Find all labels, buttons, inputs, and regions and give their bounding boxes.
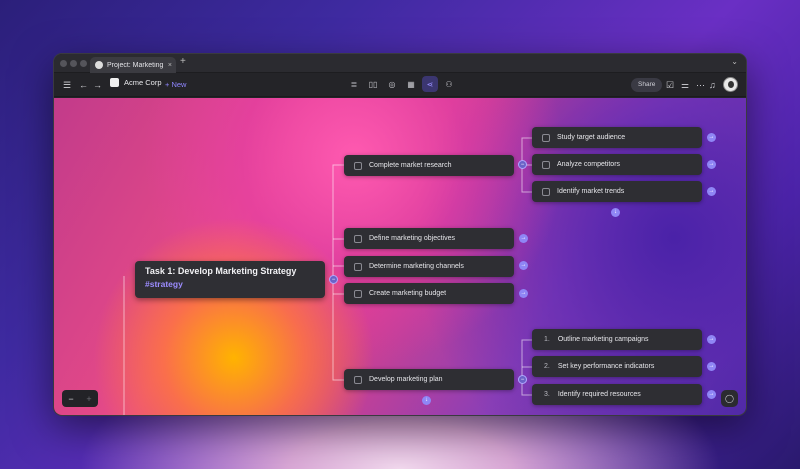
branch-node[interactable]: Create marketing budget: [344, 283, 514, 304]
checklist-icon[interactable]: ☑: [666, 73, 674, 97]
zoom-controls: − +: [62, 390, 98, 407]
branch-label: Create marketing budget: [369, 290, 447, 297]
zoom-in-button[interactable]: +: [86, 394, 91, 404]
subtask-label: Study target audience: [557, 134, 626, 141]
table-view-icon[interactable]: ▦: [403, 76, 419, 92]
more-icon[interactable]: ⋯: [696, 73, 705, 97]
subtask-number: 1.: [544, 336, 550, 343]
collapse-branch-icon[interactable]: −: [518, 375, 527, 384]
subtask-number: 3.: [544, 391, 550, 398]
filter-icon[interactable]: ⚌: [681, 73, 689, 97]
minimize-window-icon[interactable]: [70, 60, 77, 67]
expand-subtask-icon[interactable]: →: [707, 133, 716, 142]
chevron-down-icon[interactable]: ⌄: [731, 57, 738, 66]
add-child-icon[interactable]: ↓: [422, 396, 431, 405]
tab-title: Project: Marketing Te...: [107, 61, 164, 69]
expand-branch-icon[interactable]: →: [519, 234, 528, 243]
subtask-node[interactable]: 1. Outline marketing campaigns: [532, 329, 702, 350]
expand-subtask-icon[interactable]: →: [707, 187, 716, 196]
branch-node[interactable]: Develop marketing plan: [344, 369, 514, 390]
share-nodes-icon[interactable]: ⚇: [441, 76, 457, 92]
root-task-tag[interactable]: #strategy: [145, 279, 315, 289]
expand-subtask-icon[interactable]: →: [707, 160, 716, 169]
tab-bar: Project: Marketing Te... × + ⌄: [54, 54, 746, 73]
branch-label: Determine marketing channels: [369, 263, 464, 270]
chat-icon[interactable]: ◯: [721, 390, 738, 407]
task-checkbox[interactable]: [354, 234, 362, 243]
subtask-label: Set key performance indicators: [557, 363, 655, 370]
board-view-icon[interactable]: ▯▯: [365, 76, 381, 92]
subtask-node[interactable]: Study target audience: [532, 127, 702, 148]
branch-node[interactable]: Determine marketing channels: [344, 256, 514, 277]
branch-label: Develop marketing plan: [369, 376, 443, 383]
view-switcher: ≣ ▯▯ ◎ ▦ ⋖ ⚇: [346, 76, 457, 92]
close-tab-icon[interactable]: ×: [168, 62, 172, 69]
maximize-window-icon[interactable]: [80, 60, 87, 67]
subtask-label: Identify required resources: [557, 391, 641, 398]
bell-icon[interactable]: ♫: [709, 73, 716, 97]
project-icon: [95, 61, 103, 69]
list-view-icon[interactable]: ≣: [346, 76, 362, 92]
share-button[interactable]: Share: [631, 78, 663, 92]
workspace-name: Acme Corp: [124, 78, 162, 87]
sidebar-toggle-icon[interactable]: ☰: [63, 73, 71, 97]
subtask-number: 2.: [544, 363, 550, 370]
back-arrow-icon[interactable]: ←: [79, 73, 88, 97]
avatar[interactable]: [723, 77, 738, 92]
task-checkbox[interactable]: [354, 375, 362, 384]
expand-subtask-icon[interactable]: →: [707, 335, 716, 344]
new-tab-button[interactable]: +: [180, 56, 186, 67]
branch-node[interactable]: Define marketing objectives: [344, 228, 514, 249]
subtask-node[interactable]: Identify market trends: [532, 181, 702, 202]
expand-branch-icon[interactable]: →: [519, 261, 528, 270]
mindmap-canvas[interactable]: Task 1: Develop Marketing Strategy #stra…: [54, 98, 746, 415]
app-window: Project: Marketing Te... × + ⌄ ☰ ← → Acm…: [53, 53, 747, 416]
workspace-switcher[interactable]: Acme Corp: [110, 78, 162, 87]
tab-project-marketing[interactable]: Project: Marketing Te... ×: [90, 57, 176, 73]
task-checkbox[interactable]: [354, 161, 362, 170]
acme-logo-icon: [110, 78, 119, 87]
root-task-node[interactable]: Task 1: Develop Marketing Strategy #stra…: [135, 261, 325, 298]
close-window-icon[interactable]: [60, 60, 67, 67]
zoom-out-button[interactable]: −: [68, 394, 73, 404]
branch-label: Define marketing objectives: [369, 235, 455, 242]
collapse-branch-icon[interactable]: −: [518, 160, 527, 169]
task-checkbox[interactable]: [542, 187, 550, 196]
subtask-label: Analyze competitors: [557, 161, 621, 168]
collapse-root-icon[interactable]: −: [329, 275, 338, 284]
subtask-label: Outline marketing campaigns: [557, 336, 649, 343]
database-view-icon[interactable]: ◎: [384, 76, 400, 92]
subtask-node[interactable]: 3. Identify required resources: [532, 384, 702, 405]
add-child-icon[interactable]: ↓: [611, 208, 620, 217]
new-button[interactable]: + New: [165, 73, 186, 97]
task-checkbox[interactable]: [542, 160, 550, 169]
expand-subtask-icon[interactable]: →: [707, 362, 716, 371]
root-task-title: Task 1: Develop Marketing Strategy: [145, 266, 297, 276]
expand-branch-icon[interactable]: →: [519, 289, 528, 298]
subtask-label: Identify market trends: [557, 188, 625, 195]
subtask-node[interactable]: 2. Set key performance indicators: [532, 356, 702, 377]
toolbar: ☰ ← → Acme Corp + New ≣ ▯▯ ◎ ▦ ⋖ ⚇ Share…: [54, 73, 746, 97]
expand-subtask-icon[interactable]: →: [707, 390, 716, 399]
task-checkbox[interactable]: [354, 289, 362, 298]
branch-node[interactable]: Complete market research: [344, 155, 514, 176]
task-checkbox[interactable]: [542, 133, 550, 142]
forward-arrow-icon[interactable]: →: [93, 73, 102, 97]
task-checkbox[interactable]: [354, 262, 362, 271]
branch-label: Complete market research: [369, 162, 452, 169]
mindmap-view-icon[interactable]: ⋖: [422, 76, 438, 92]
subtask-node[interactable]: Analyze competitors: [532, 154, 702, 175]
